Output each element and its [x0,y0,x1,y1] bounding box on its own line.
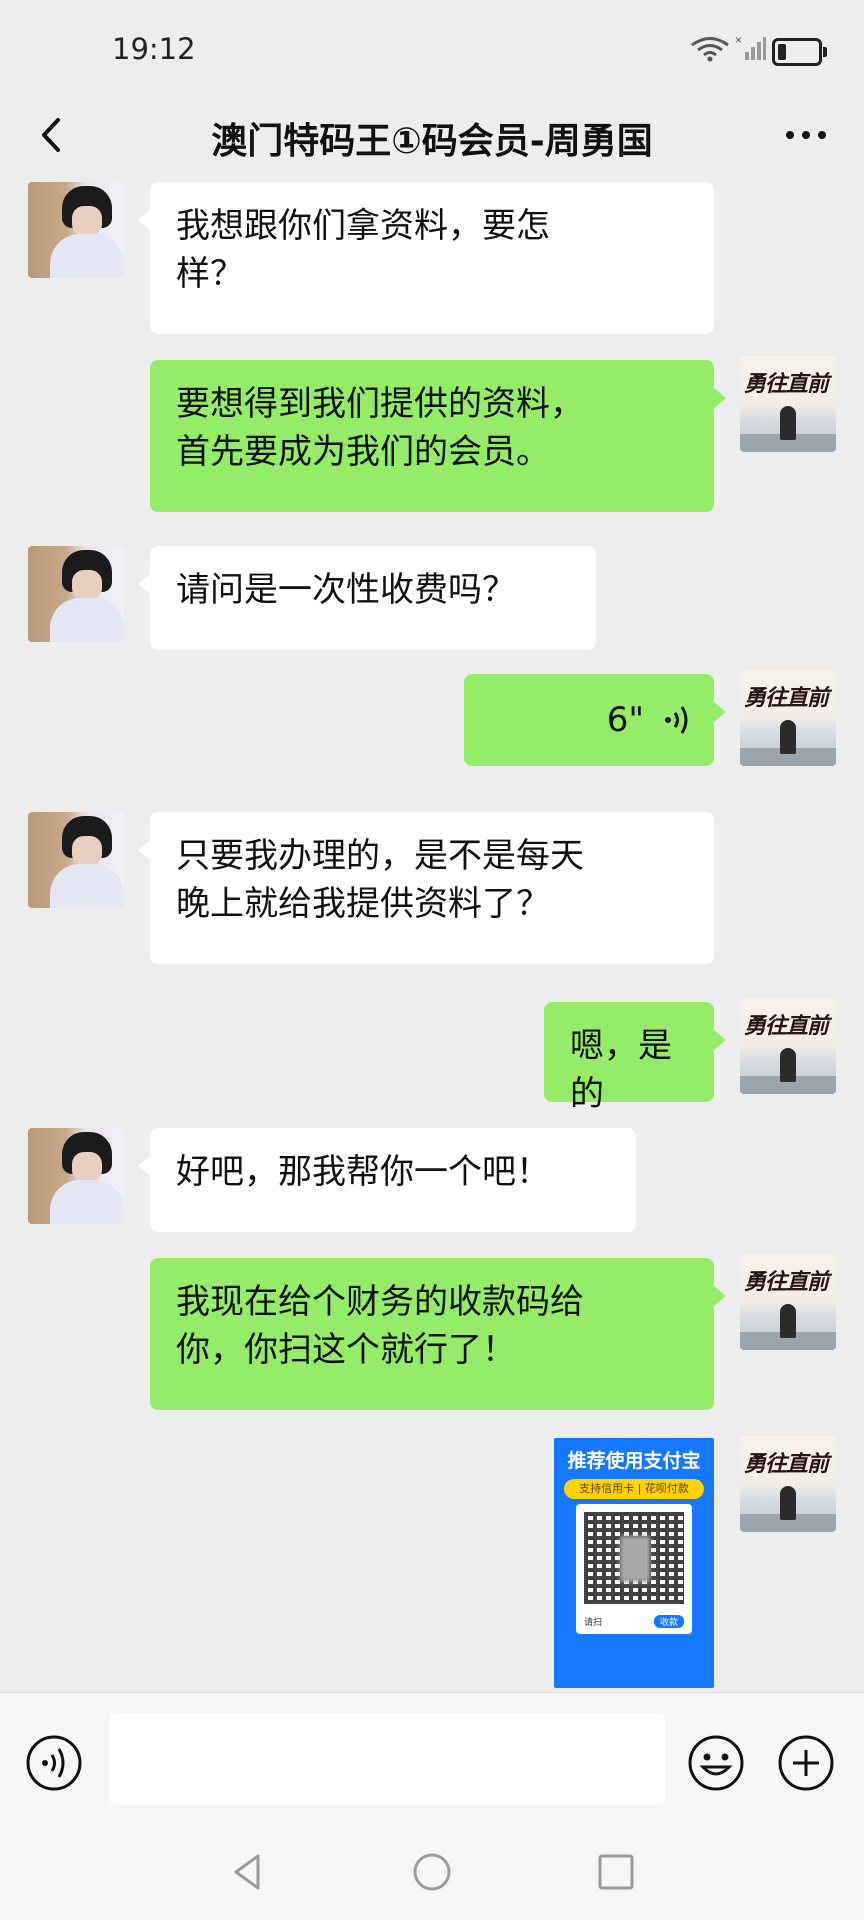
message-bubble-incoming[interactable]: 只要我办理的，是不是每天 晚上就给我提供资料了？ [138,812,714,964]
message-bubble-incoming[interactable]: 我想跟你们拿资料，要怎 样？ [138,182,714,334]
wifi-icon [691,37,729,62]
status-time: 19:12 [112,32,196,66]
svg-text:×: × [735,34,742,47]
status-bar: 19:12 × [0,0,864,100]
self-avatar[interactable]: 勇往直前 [740,1254,836,1350]
voice-duration: 6" [606,700,644,740]
qr-title: 推荐使用支付宝 [567,1450,701,1472]
back-arrow-icon[interactable] [28,110,78,160]
message-bubble-outgoing[interactable]: 我现在给个财务的收款码给 你，你扫这个就行了！ [150,1258,726,1410]
chat-header: 澳门特码王①码会员-周勇国 [0,100,864,170]
recents-square-icon[interactable] [592,1848,640,1896]
contact-avatar[interactable] [28,1128,124,1224]
self-avatar[interactable]: 勇往直前 [740,670,836,766]
input-bar [0,1692,864,1825]
chat-title: 澳门特码王①码会员-周勇国 [211,121,653,162]
qr-panel: 请扫 收款 [576,1504,692,1634]
system-nav-bar [0,1824,864,1920]
message-bubble-incoming[interactable]: 请问是一次性收费吗？ [138,546,596,650]
battery-icon [772,38,827,66]
self-avatar[interactable]: 勇往直前 [740,1436,836,1532]
contact-avatar[interactable] [28,812,124,908]
qr-code [584,1512,684,1604]
voice-message-bubble[interactable]: 6" [464,674,726,766]
plus-icon[interactable] [776,1733,836,1793]
payment-qr-image[interactable]: 推荐使用支付宝 支持信用卡 | 花呗付款 请扫 收款 [554,1438,714,1688]
contact-avatar[interactable] [28,546,124,642]
chat-area[interactable]: 我想跟你们拿资料，要怎 样？ 勇往直前 要想得到我们提供的资料， 首先要成为我们… [0,170,864,1692]
message-bubble-incoming[interactable]: 好吧，那我帮你一个吧！ [138,1128,636,1232]
qr-subtitle: 支持信用卡 | 花呗付款 [564,1479,704,1499]
message-input[interactable] [110,1713,665,1805]
self-avatar[interactable]: 勇往直前 [740,356,836,452]
signal-icon: × [735,34,766,60]
contact-avatar[interactable] [28,182,124,278]
voice-input-icon[interactable] [24,1733,84,1793]
qr-footer-text: 请扫 [584,1618,603,1628]
qr-footer-button: 收款 [653,1615,684,1628]
emoji-icon[interactable] [686,1733,746,1793]
message-bubble-outgoing[interactable]: 要想得到我们提供的资料， 首先要成为我们的会员。 [150,360,726,512]
back-triangle-icon[interactable] [224,1848,272,1896]
more-options-icon[interactable] [776,110,836,160]
home-circle-icon[interactable] [408,1848,456,1896]
message-bubble-outgoing[interactable]: 嗯，是的 [544,1002,726,1114]
self-avatar[interactable]: 勇往直前 [740,998,836,1094]
voice-wave-icon [665,706,688,734]
